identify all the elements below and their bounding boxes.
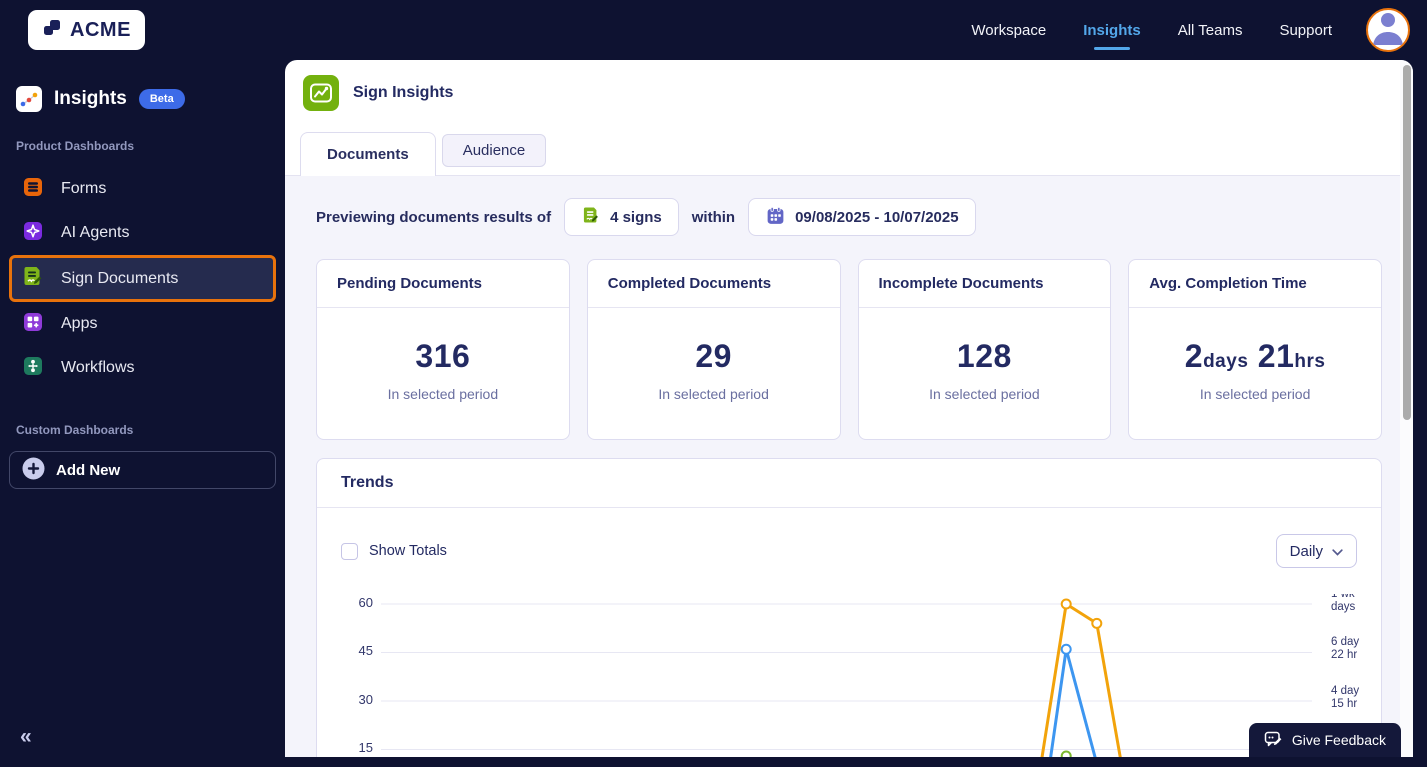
page-title: Sign Insights <box>353 84 454 101</box>
y-tick-right: 6 day 22 hr <box>1331 636 1360 661</box>
sidebar-item-ai-agents[interactable]: AI Agents <box>9 211 276 255</box>
apps-icon <box>21 310 45 339</box>
calendar-icon <box>765 205 786 230</box>
stat-card-pending: Pending Documents 316 In selected period <box>316 259 570 440</box>
workflows-icon <box>21 354 45 383</box>
trends-card: Trends Show Totals Daily 60 45 30 15 1 w… <box>316 458 1382 757</box>
trends-title: Trends <box>317 459 1381 508</box>
nav-item-workspace[interactable]: Workspace <box>971 22 1046 39</box>
checkbox-icon[interactable] <box>341 542 358 560</box>
date-range-label: 09/08/2025 - 10/07/2025 <box>795 208 959 226</box>
top-navigation: Workspace Insights All Teams Support <box>971 22 1332 50</box>
forms-icon <box>21 175 45 204</box>
chevron-down-icon <box>1332 543 1343 560</box>
sidebar: Insights Beta Product Dashboards Forms A… <box>0 60 285 767</box>
y-tick: 60 <box>358 595 373 610</box>
stat-card-value: 29 <box>695 338 732 374</box>
filter-row: Previewing documents results of 4 signs … <box>316 198 1382 236</box>
filter-text: Previewing documents results of <box>316 208 552 226</box>
y-tick: 30 <box>358 692 373 707</box>
stat-cards: Pending Documents 316 In selected period… <box>316 259 1382 440</box>
within-label: within <box>691 208 736 226</box>
sidebar-item-label: AI Agents <box>61 224 130 241</box>
show-totals-label: Show Totals <box>369 543 447 559</box>
stat-card-value: 316 <box>415 338 471 374</box>
section-label-custom-dashboards: Custom Dashboards <box>16 423 134 437</box>
top-bar: ACME Workspace Insights All Teams Suppor… <box>0 0 1427 60</box>
sidebar-item-forms[interactable]: Forms <box>9 167 276 211</box>
y-tick: 15 <box>358 740 373 755</box>
granularity-select[interactable]: Daily <box>1275 534 1357 568</box>
y-tick-right: 4 day 15 hr <box>1331 685 1360 710</box>
sidebar-item-apps[interactable]: Apps <box>9 302 276 346</box>
tab-documents[interactable]: Documents <box>300 132 436 176</box>
person-icon <box>1368 10 1408 50</box>
sidebar-item-label: Workflows <box>61 359 135 376</box>
y-tick: 45 <box>358 643 373 658</box>
add-new-label: Add New <box>56 461 121 479</box>
sidebar-item-workflows[interactable]: Workflows <box>9 346 276 390</box>
stat-card-title: Avg. Completion Time <box>1129 260 1381 308</box>
main-panel: Sign Insights Documents Audience Preview… <box>285 60 1413 757</box>
y-axis-left: 60 45 30 15 <box>341 594 381 757</box>
beta-badge: Beta <box>138 89 185 109</box>
give-feedback-button[interactable]: Give Feedback <box>1248 723 1401 757</box>
sign-documents-icon <box>21 264 45 293</box>
feedback-icon <box>1264 730 1283 751</box>
nav-item-support[interactable]: Support <box>1279 22 1332 39</box>
stat-card-title: Pending Documents <box>317 260 569 308</box>
stat-card-avg-completion-time: Avg. Completion Time 2days 21hrs In sele… <box>1128 259 1382 440</box>
tab-content: Previewing documents results of 4 signs … <box>285 176 1413 757</box>
stat-card-value: 2days 21hrs <box>1184 338 1326 374</box>
user-avatar[interactable] <box>1366 8 1410 52</box>
signs-filter-label: 4 signs <box>610 208 662 226</box>
ai-agents-icon <box>21 219 45 248</box>
insights-app-icon <box>16 86 42 112</box>
sidebar-item-label: Forms <box>61 180 107 197</box>
stat-card-title: Incomplete Documents <box>858 260 1111 308</box>
trends-chart: 60 45 30 15 1 wk days 6 day 22 hr 4 day … <box>341 594 1371 757</box>
acme-logo-text: ACME <box>70 18 131 41</box>
sidebar-item-label: Apps <box>61 315 98 332</box>
plus-circle-icon <box>22 457 45 484</box>
acme-logo[interactable]: ACME <box>28 10 145 50</box>
sign-document-icon <box>581 205 601 229</box>
sidebar-nav-list: Forms AI Agents Sign Documents Apps Work… <box>0 167 285 390</box>
section-label-product-dashboards: Product Dashboards <box>16 139 135 153</box>
sidebar-app-label: Insights <box>54 88 127 109</box>
chart-plot-area[interactable] <box>381 594 1325 757</box>
scrollbar-thumb[interactable] <box>1402 65 1411 420</box>
sign-insights-icon <box>303 75 339 111</box>
nav-item-insights[interactable]: Insights <box>1083 22 1141 50</box>
give-feedback-label: Give Feedback <box>1291 732 1386 748</box>
add-new-button[interactable]: Add New <box>9 451 276 489</box>
nav-item-all-teams[interactable]: All Teams <box>1178 22 1243 39</box>
stat-card-incomplete: Incomplete Documents 128 In selected per… <box>857 259 1112 440</box>
stat-card-subtitle: In selected period <box>929 386 1040 402</box>
stat-card-subtitle: In selected period <box>387 386 499 402</box>
granularity-value: Daily <box>1289 542 1323 560</box>
collapse-sidebar-button[interactable]: « <box>20 725 32 749</box>
show-totals-checkbox[interactable]: Show Totals <box>341 542 447 560</box>
sidebar-app-insights[interactable]: Insights Beta <box>0 86 285 112</box>
trends-chart-svg <box>381 598 1312 757</box>
page-header: Sign Insights <box>285 60 1413 111</box>
date-range-button[interactable]: 09/08/2025 - 10/07/2025 <box>748 198 976 236</box>
acme-logo-mark-icon <box>42 17 64 44</box>
tabs: Documents Audience <box>285 131 1413 176</box>
stat-card-value: 128 <box>956 338 1012 374</box>
sidebar-item-sign-documents[interactable]: Sign Documents <box>9 255 276 302</box>
stat-card-completed: Completed Documents 29 In selected perio… <box>586 259 841 440</box>
scrollbar-track[interactable] <box>1400 60 1413 757</box>
y-tick-right: 1 wk days <box>1331 594 1356 613</box>
sidebar-item-label: Sign Documents <box>61 269 179 287</box>
signs-filter-button[interactable]: 4 signs <box>564 198 679 236</box>
stat-card-subtitle: In selected period <box>658 386 769 402</box>
stat-card-title: Completed Documents <box>587 260 840 308</box>
stat-card-subtitle: In selected period <box>1199 386 1311 402</box>
tab-audience[interactable]: Audience <box>441 134 547 167</box>
